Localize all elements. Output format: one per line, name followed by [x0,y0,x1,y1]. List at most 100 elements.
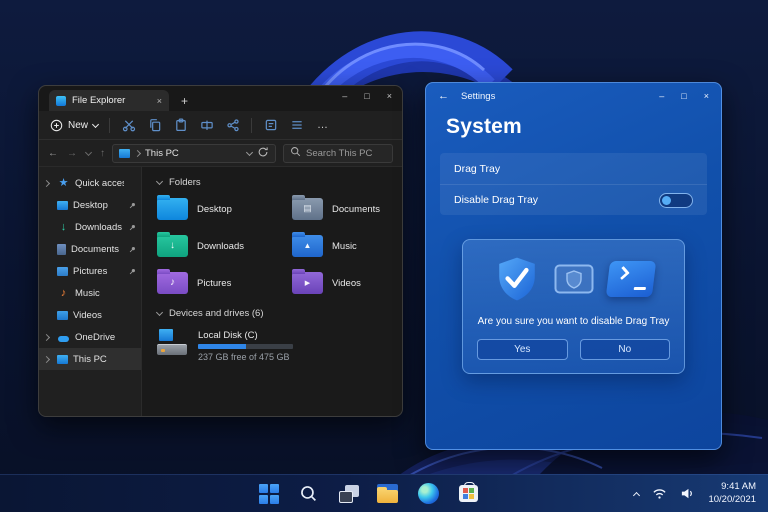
file-explorer-window: File Explorer × + – □ × New [38,85,403,417]
search-icon [299,484,318,503]
forward-button[interactable]: → [67,148,77,159]
collapse-chevron-icon[interactable] [156,178,163,185]
chevron-right-icon[interactable] [44,181,52,186]
minimize-button[interactable]: – [659,91,664,101]
drive-tile[interactable]: Local Disk (C) 237 GB free of 475 GB [157,329,402,362]
paste-button[interactable] [173,118,188,133]
maximize-button[interactable]: □ [364,91,369,101]
recent-locations-chevron[interactable] [85,148,92,155]
clock[interactable]: 9:41 AM 10/20/2021 [708,481,756,507]
settings-window-title: Settings [461,91,495,102]
yes-button[interactable]: Yes [477,339,568,360]
disable-drag-tray-row: Disable Drag Tray [440,184,707,215]
up-button[interactable]: ↑ [100,148,105,159]
folder-name: Pictures [197,278,231,289]
sidebar-item-label: OneDrive [75,332,124,343]
explorer-tab[interactable]: File Explorer × [49,90,169,111]
new-button[interactable]: New [50,119,98,132]
tab-close-icon[interactable]: × [157,96,162,106]
sidebar-item-icon [57,355,68,364]
sidebar-item[interactable]: Downloads [39,216,141,238]
back-arrow-button[interactable]: ← [438,90,449,102]
maximize-button[interactable]: □ [681,91,686,101]
dialog-icons [474,255,673,303]
sidebar-item[interactable]: Pictures [39,260,141,282]
folders-section-header[interactable]: Folders [157,177,402,188]
sort-button[interactable] [263,118,278,133]
collapse-chevron-icon[interactable] [156,309,163,316]
sidebar-item[interactable]: Desktop [39,194,141,216]
new-tab-button[interactable]: + [181,95,188,107]
sidebar-item-label: This PC [73,354,124,365]
sidebar-item[interactable]: Videos [39,304,141,326]
sidebar-item[interactable]: Quick access [39,172,141,194]
folder-tile[interactable]: Music [292,235,402,257]
folder-name: Documents [332,204,380,215]
folder-icon [157,198,188,220]
folder-icon [292,272,323,294]
sidebar-item[interactable]: Music [39,282,141,304]
powershell-icon [605,261,655,297]
store-button[interactable] [453,479,485,509]
sidebar-item[interactable]: This PC [39,348,141,370]
cut-button[interactable] [121,118,136,133]
settings-title-bar: ← Settings – □ × [426,83,721,109]
search-button[interactable] [293,479,325,509]
folder-tile[interactable]: Downloads [157,235,292,257]
drive-usage-text: 237 GB free of 475 GB [198,352,293,362]
search-icon [290,144,301,162]
folder-tile[interactable]: Pictures [157,272,292,294]
start-button[interactable] [253,479,285,509]
file-explorer-taskbar-button[interactable] [373,479,405,509]
sidebar-item-label: Videos [73,310,124,321]
breadcrumb-location[interactable]: This PC [145,148,179,159]
no-button[interactable]: No [580,339,671,360]
rename-button[interactable] [199,118,214,133]
folder-tile[interactable]: Videos [292,272,402,294]
folder-icon [292,198,323,220]
back-button[interactable]: ← [48,148,58,159]
sidebar-item-label: Pictures [73,266,124,277]
close-button[interactable]: × [387,91,392,101]
dialog-message: Are you sure you want to disable Drag Tr… [474,316,673,327]
share-button[interactable] [225,118,240,133]
explorer-address-bar: ← → ↑ This PC [39,140,402,167]
view-button[interactable] [289,118,304,133]
explorer-toolbar: New … [39,111,402,140]
more-options-button[interactable]: … [317,119,329,131]
chevron-right-icon[interactable] [44,357,52,362]
task-view-icon [339,485,359,503]
pin-icon [129,246,136,253]
sidebar-item[interactable]: Documents [39,238,141,260]
copy-button[interactable] [147,118,162,133]
system-tray: 9:41 AM 10/20/2021 [634,481,768,507]
sidebar-item-label: Downloads [75,222,124,233]
edge-button[interactable] [413,479,445,509]
folder-icon [157,235,188,257]
chevron-right-icon[interactable] [44,335,52,340]
breadcrumb[interactable]: This PC [112,144,276,163]
drives-section-header[interactable]: Devices and drives (6) [157,308,402,319]
minimize-button[interactable]: – [342,91,347,101]
drag-tray-panel: Drag Tray Disable Drag Tray [440,153,707,215]
folder-icon [292,235,323,257]
wifi-button[interactable] [652,487,667,500]
volume-button[interactable] [680,487,695,500]
search-input[interactable] [306,148,386,159]
disable-drag-tray-toggle[interactable] [659,193,693,208]
plus-circle-icon [50,119,63,132]
show-hidden-icons-button[interactable] [634,490,639,498]
sidebar-item-icon [57,287,70,300]
windows-logo-icon [259,484,279,504]
toggle-thumb [662,196,671,205]
sidebar-item-icon [57,244,66,255]
sidebar-item-label: Desktop [73,200,124,211]
folder-tile[interactable]: Documents [292,198,402,220]
folder-tile[interactable]: Desktop [157,198,292,220]
close-button[interactable]: × [704,91,709,101]
task-view-button[interactable] [333,479,365,509]
refresh-button[interactable] [257,146,269,161]
sidebar-item[interactable]: OneDrive [39,326,141,348]
hard-drive-icon [157,329,189,357]
address-dropdown-chevron[interactable] [246,148,253,155]
